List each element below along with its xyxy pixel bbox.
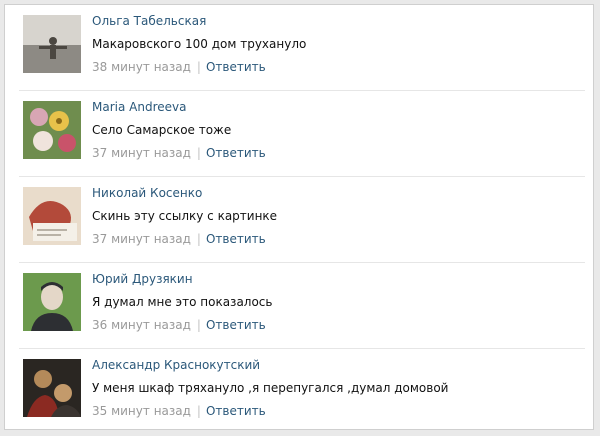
meta-separator: | <box>196 232 201 246</box>
comment-item: Александр Краснокутский У меня шкаф трях… <box>5 349 593 435</box>
comment-time[interactable]: 37 минут назад <box>92 232 191 246</box>
reply-link[interactable]: Ответить <box>206 232 266 246</box>
comment-author[interactable]: Александр Краснокутский <box>92 358 260 372</box>
comment-time[interactable]: 36 минут назад <box>92 318 191 332</box>
avatar[interactable] <box>23 15 81 73</box>
reply-link[interactable]: Ответить <box>206 404 266 418</box>
reply-link[interactable]: Ответить <box>206 318 266 332</box>
avatar-image <box>23 273 81 331</box>
meta-separator: | <box>196 318 201 332</box>
comment-meta: 35 минут назад | Ответить <box>92 404 266 418</box>
meta-separator: | <box>196 60 201 74</box>
comment-author[interactable]: Maria Andreeva <box>92 100 186 114</box>
avatar-image <box>23 359 81 417</box>
comment-text: Скинь эту ссылку с картинке <box>92 209 278 223</box>
comment-text: Макаровского 100 дом трухануло <box>92 37 307 51</box>
avatar-image <box>23 101 81 159</box>
comment-meta: 38 минут назад | Ответить <box>92 60 266 74</box>
comment-item: Николай Косенко Скинь эту ссылку с карти… <box>5 177 593 263</box>
comment-text: У меня шкаф тряхануло ,я перепугался ,ду… <box>92 381 449 395</box>
comment-text: Село Самарское тоже <box>92 123 232 137</box>
comment-author[interactable]: Юрий Друзякин <box>92 272 193 286</box>
comment-author[interactable]: Николай Косенко <box>92 186 202 200</box>
comment-meta: 37 минут назад | Ответить <box>92 232 266 246</box>
comment-meta: 36 минут назад | Ответить <box>92 318 266 332</box>
reply-link[interactable]: Ответить <box>206 60 266 74</box>
meta-separator: | <box>196 404 201 418</box>
avatar[interactable] <box>23 187 81 245</box>
comments-panel: Ольга Табельская Макаровского 100 дом тр… <box>4 4 594 430</box>
meta-separator: | <box>196 146 201 160</box>
comment-item: Maria Andreeva Село Самарское тоже 37 ми… <box>5 91 593 177</box>
reply-link[interactable]: Ответить <box>206 146 266 160</box>
avatar[interactable] <box>23 101 81 159</box>
avatar-image <box>23 15 81 73</box>
comment-item: Ольга Табельская Макаровского 100 дом тр… <box>5 5 593 91</box>
comment-time[interactable]: 38 минут назад <box>92 60 191 74</box>
avatar[interactable] <box>23 359 81 417</box>
comment-item: Юрий Друзякин Я думал мне это показалось… <box>5 263 593 349</box>
avatar[interactable] <box>23 273 81 331</box>
comment-time[interactable]: 37 минут назад <box>92 146 191 160</box>
comment-time[interactable]: 35 минут назад <box>92 404 191 418</box>
avatar-image <box>23 187 81 245</box>
comment-text: Я думал мне это показалось <box>92 295 273 309</box>
comment-author[interactable]: Ольга Табельская <box>92 14 206 28</box>
comment-meta: 37 минут назад | Ответить <box>92 146 266 160</box>
